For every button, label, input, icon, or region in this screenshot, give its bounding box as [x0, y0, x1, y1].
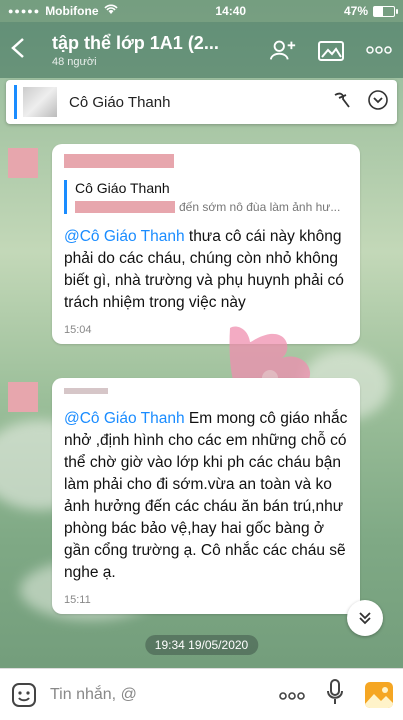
double-chevron-down-icon	[359, 612, 371, 625]
message-row: @Cô Giáo Thanh Em mong cô giáo nhắc nhở …	[8, 378, 360, 614]
chat-title-block[interactable]: tập thể lớp 1A1 (2... 48 người	[38, 33, 269, 68]
sender-name	[64, 388, 348, 396]
sticker-button[interactable]	[10, 681, 38, 709]
member-count: 48 người	[52, 55, 97, 68]
battery-icon	[373, 5, 398, 17]
avatar[interactable]	[8, 148, 38, 178]
quote-text: đến sớm nô đùa làm ảnh hư...	[179, 200, 341, 214]
message-time: 15:11	[64, 594, 91, 606]
message-bubble[interactable]: Cô Giáo Thanh đến sớm nô đùa làm ảnh hư.…	[52, 144, 360, 344]
date-separator: 19:34 19/05/2020	[144, 635, 259, 655]
microphone-icon[interactable]	[327, 679, 343, 710]
emoji-icon	[12, 682, 36, 707]
message-row: Cô Giáo Thanh đến sớm nô đùa làm ảnh hư.…	[8, 144, 360, 344]
pinned-sender: Cô Giáo Thanh	[69, 93, 171, 111]
battery-percent: 47%	[343, 4, 368, 18]
pin-accent-bar	[14, 85, 17, 119]
wifi-icon	[103, 4, 118, 18]
more-icon[interactable]	[365, 38, 393, 62]
signal-icon: ●●●●●	[8, 6, 41, 16]
pinned-message-bar[interactable]: Cô Giáo Thanh	[6, 80, 397, 124]
message-text: @Cô Giáo Thanh thưa cô cái này không phả…	[64, 228, 344, 311]
sender-name	[64, 154, 348, 170]
quote-sender: Cô Giáo Thanh	[75, 180, 170, 196]
back-arrow-icon	[11, 38, 24, 58]
back-button[interactable]	[10, 37, 38, 63]
message-input-bar: Tin nhắn, @	[0, 668, 403, 720]
status-bar: ●●●●● Mobifone 14:40 47%	[0, 0, 403, 22]
image-icon	[365, 686, 393, 708]
expand-chevron-icon[interactable]	[367, 89, 389, 116]
scroll-to-bottom-button[interactable]	[347, 600, 383, 636]
mention[interactable]: @Cô Giáo Thanh	[64, 410, 185, 427]
chat-title: tập thể lớp 1A1 (2...	[52, 32, 219, 53]
image-picker-button[interactable]	[365, 681, 393, 708]
carrier-name: Mobifone	[45, 4, 99, 18]
avatar[interactable]	[8, 382, 38, 412]
more-options-icon[interactable]	[279, 683, 305, 706]
message-input[interactable]: Tin nhắn, @	[38, 686, 279, 704]
quoted-message[interactable]: Cô Giáo Thanh đến sớm nô đùa làm ảnh hư.…	[64, 180, 348, 214]
redaction	[75, 201, 175, 213]
message-bubble[interactable]: @Cô Giáo Thanh Em mong cô giáo nhắc nhở …	[52, 378, 360, 614]
chat-header: tập thể lớp 1A1 (2... 48 người	[0, 22, 403, 78]
message-text: @Cô Giáo Thanh Em mong cô giáo nhắc nhở …	[64, 410, 348, 581]
pinned-thumbnail	[23, 87, 57, 117]
pin-icon[interactable]	[331, 89, 353, 116]
mention[interactable]: @Cô Giáo Thanh	[64, 228, 185, 245]
add-member-icon[interactable]	[269, 38, 297, 62]
clock: 14:40	[215, 4, 247, 18]
gallery-icon[interactable]	[317, 38, 345, 62]
